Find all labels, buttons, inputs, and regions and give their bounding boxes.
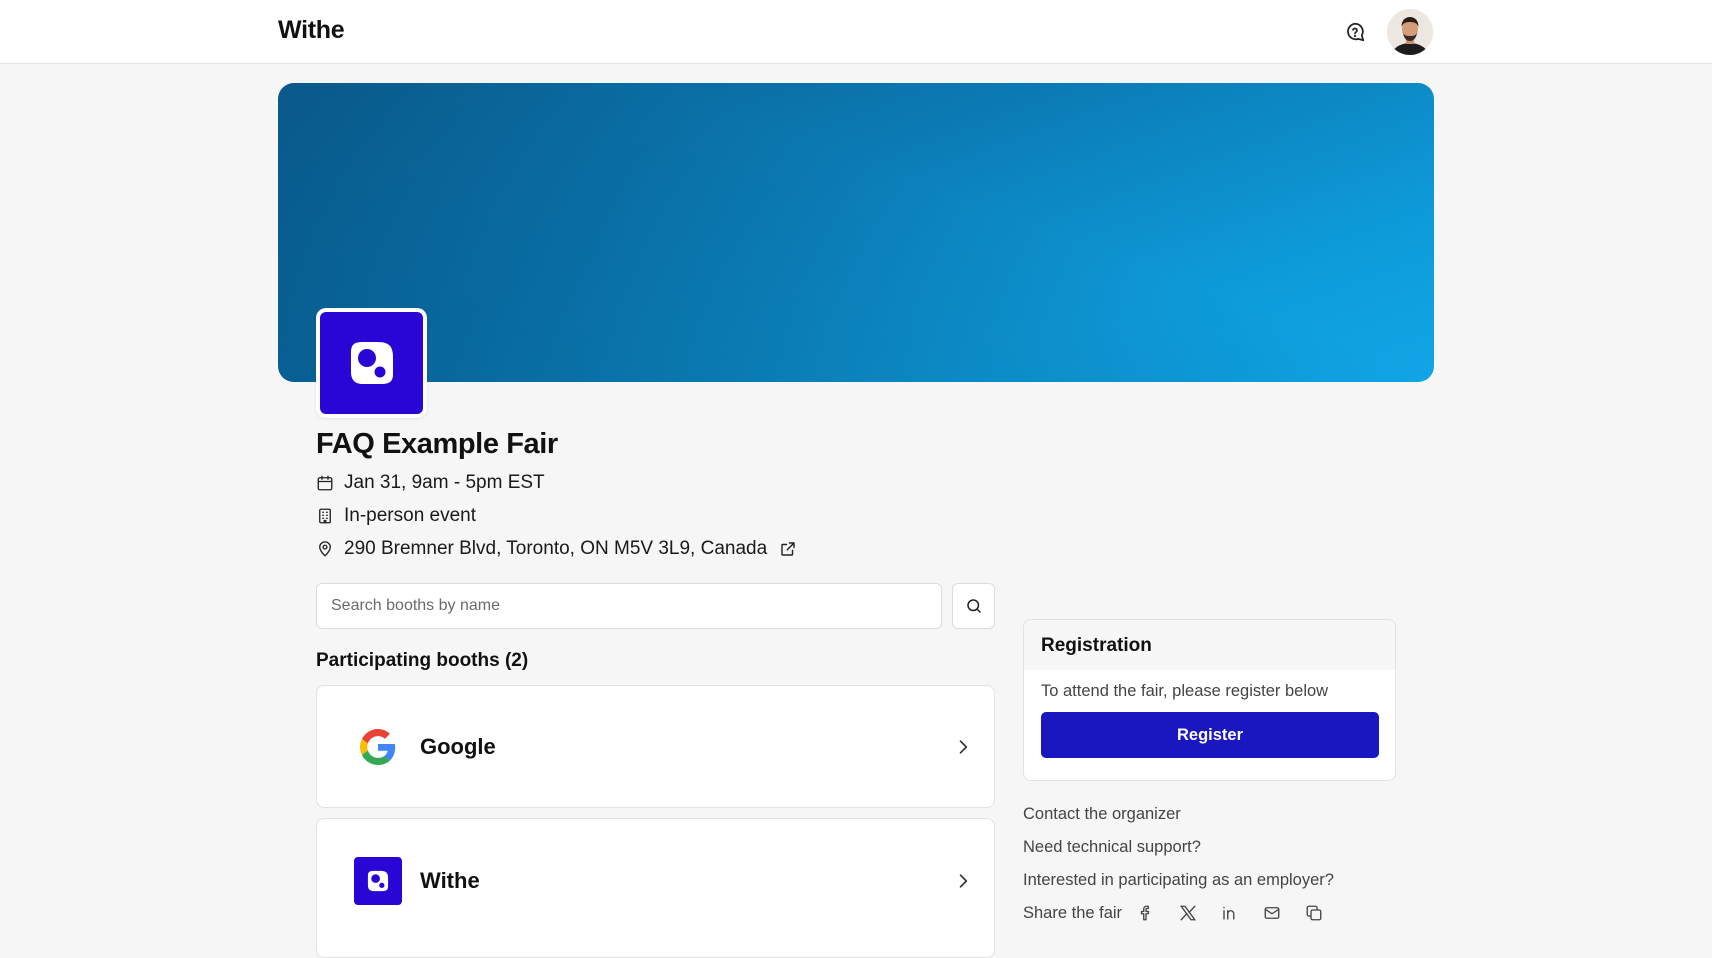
booth-card-google[interactable]: Google bbox=[316, 685, 995, 808]
fair-address-text: 290 Bremner Blvd, Toronto, ON M5V 3L9, C… bbox=[344, 538, 768, 559]
withe-logo bbox=[354, 857, 402, 905]
withe-logo-icon bbox=[367, 870, 389, 892]
fair-cover-banner bbox=[278, 83, 1434, 382]
registration-title: Registration bbox=[1024, 620, 1395, 670]
chat-help-button[interactable] bbox=[1342, 19, 1368, 45]
fair-format-row: In-person event bbox=[316, 504, 476, 528]
register-button[interactable]: Register bbox=[1041, 712, 1379, 758]
chat-help-icon bbox=[1347, 22, 1365, 42]
linkedin-share-button[interactable] bbox=[1218, 901, 1242, 925]
search-icon bbox=[966, 599, 981, 613]
booth-card-withe[interactable]: Withe bbox=[316, 818, 995, 958]
chevron-right-icon bbox=[959, 740, 968, 754]
mail-icon bbox=[1264, 907, 1280, 919]
brand-logo-text[interactable]: Withe bbox=[278, 16, 345, 45]
withe-logo-icon bbox=[350, 342, 393, 384]
fair-date-row: Jan 31, 9am - 5pm EST bbox=[316, 471, 545, 495]
fair-address-row: 290 Bremner Blvd, Toronto, ON M5V 3L9, C… bbox=[316, 537, 797, 561]
fair-date-text: Jan 31, 9am - 5pm EST bbox=[344, 472, 545, 493]
facebook-icon bbox=[1140, 905, 1150, 921]
map-pin-icon bbox=[319, 541, 331, 557]
email-share-button[interactable] bbox=[1260, 901, 1284, 925]
registration-card: Registration To attend the fair, please … bbox=[1023, 619, 1396, 781]
booth-search-button[interactable] bbox=[952, 583, 995, 629]
google-logo bbox=[354, 723, 402, 771]
booth-name: Google bbox=[420, 734, 496, 759]
linkedin-icon bbox=[1223, 906, 1235, 920]
fair-logo bbox=[316, 308, 427, 418]
technical-support-link[interactable]: Need technical support? bbox=[1023, 838, 1201, 857]
share-label: Share the fair bbox=[1023, 903, 1123, 922]
registration-description: To attend the fair, please register belo… bbox=[1041, 682, 1329, 700]
calendar-icon bbox=[317, 475, 333, 491]
user-avatar[interactable] bbox=[1387, 9, 1433, 55]
contact-organizer-link[interactable]: Contact the organizer bbox=[1023, 805, 1181, 824]
copy-link-button[interactable] bbox=[1302, 901, 1326, 925]
top-navigation-bar: Withe bbox=[0, 0, 1712, 64]
chevron-right-icon bbox=[959, 874, 968, 888]
booth-search-input[interactable] bbox=[316, 583, 942, 629]
participating-booths-heading: Participating booths (2) bbox=[316, 650, 529, 671]
fair-format-text: In-person event bbox=[344, 505, 477, 526]
share-fair-row: Share the fair bbox=[1023, 901, 1326, 925]
facebook-share-button[interactable] bbox=[1134, 901, 1158, 925]
booth-name: Withe bbox=[420, 868, 480, 893]
x-icon bbox=[1179, 905, 1197, 921]
copy-icon bbox=[1306, 905, 1322, 921]
external-link-icon[interactable] bbox=[779, 540, 797, 558]
fair-title: FAQ Example Fair bbox=[316, 428, 558, 460]
avatar-image-icon bbox=[1387, 9, 1433, 55]
building-icon bbox=[319, 508, 331, 524]
x-share-button[interactable] bbox=[1176, 901, 1200, 925]
google-logo-icon bbox=[360, 729, 396, 765]
employer-participation-link[interactable]: Interested in participating as an employ… bbox=[1023, 871, 1334, 890]
